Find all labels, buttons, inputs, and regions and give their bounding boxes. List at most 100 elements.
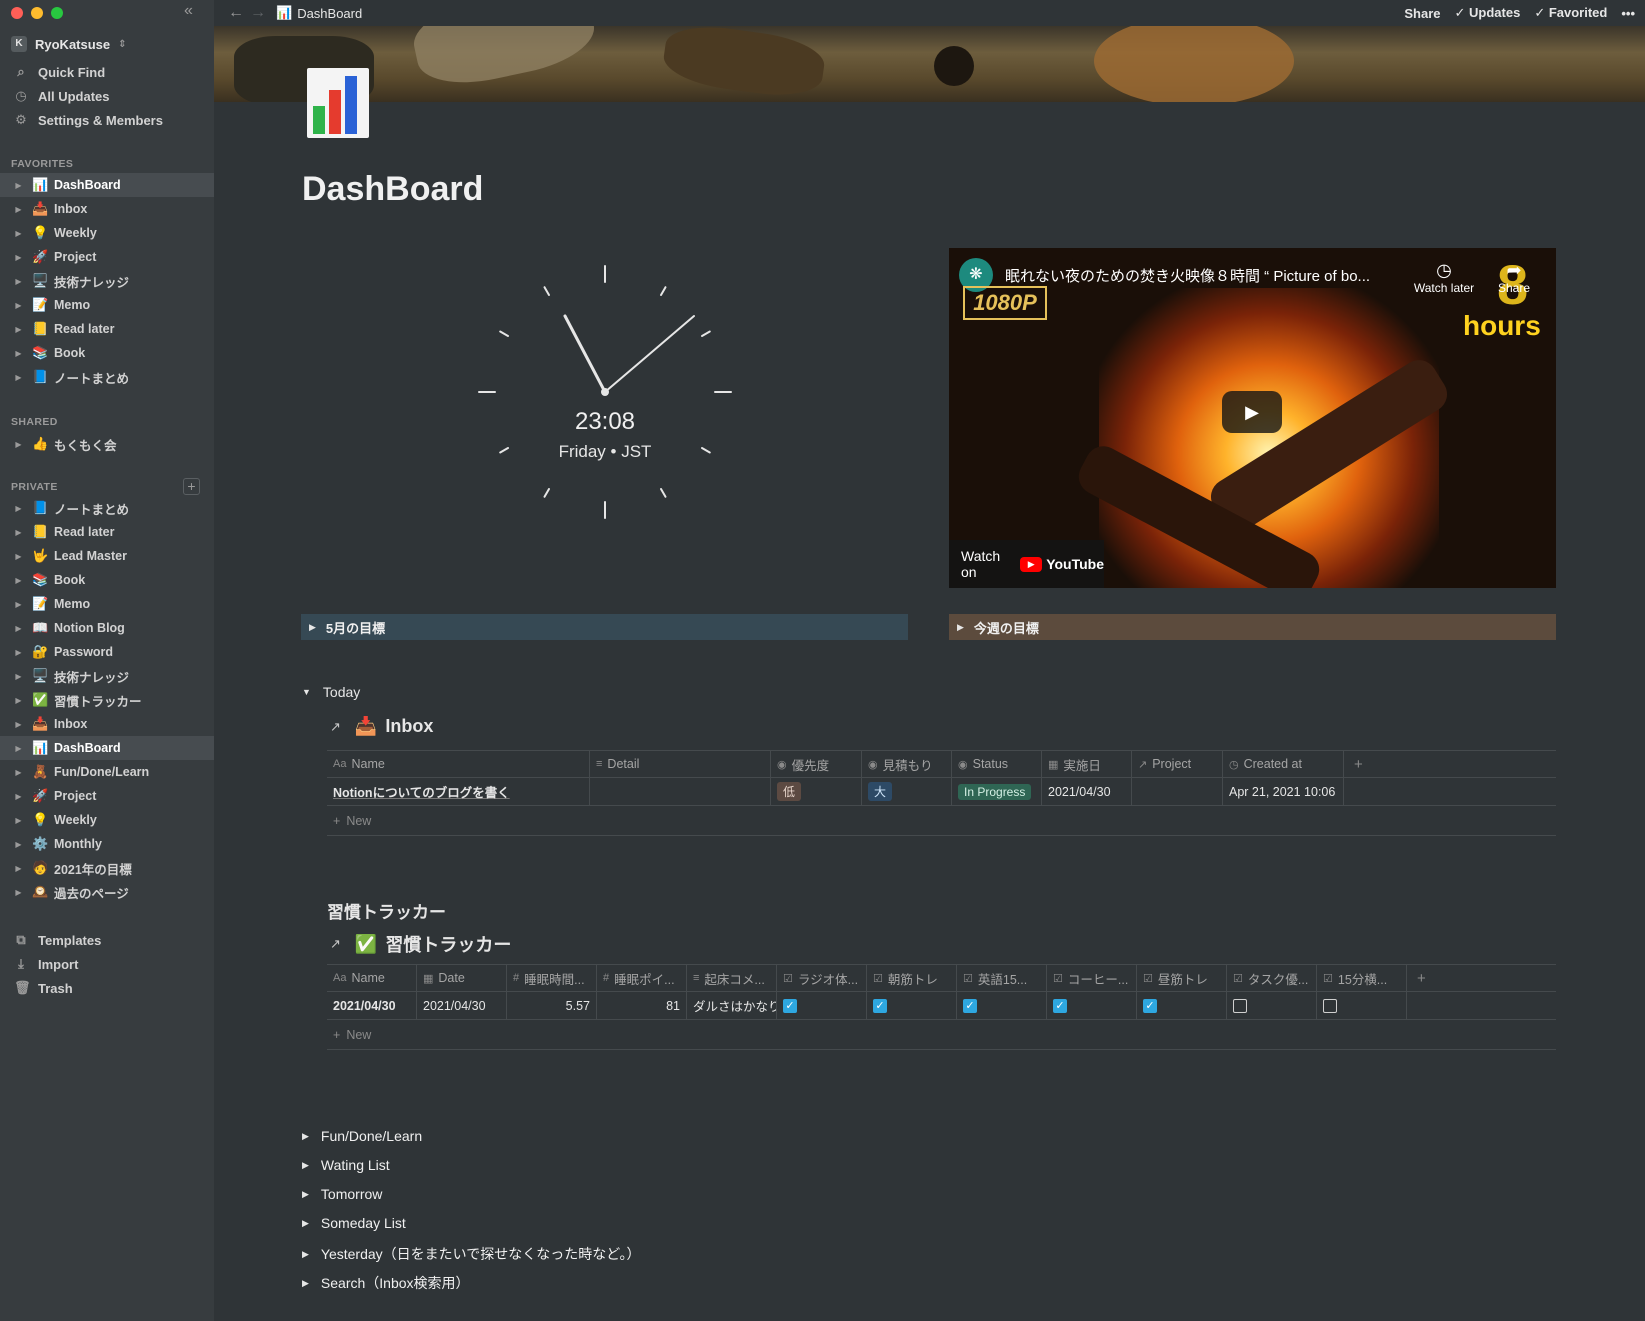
expand-triangle-icon[interactable]: ▶ <box>0 229 26 238</box>
column-header[interactable]: # 睡眠ポイ... <box>597 965 687 991</box>
cell-name[interactable]: Notionについてのブログを書く <box>327 778 590 805</box>
expand-triangle-icon[interactable]: ▶ <box>0 768 26 777</box>
sidebar-item-14[interactable]: ▶ ⚙️ Monthly <box>0 832 214 856</box>
cell-date[interactable]: 2021/04/30 <box>1042 778 1132 805</box>
page-cover-image[interactable] <box>214 26 1645 102</box>
cell-checkbox[interactable]: ✓ <box>1047 992 1137 1019</box>
sidebar-item-2[interactable]: ▶ 🤟 Lead Master <box>0 544 214 568</box>
updates-button[interactable]: ✓ Updates <box>1455 5 1521 21</box>
cell-date[interactable]: 2021/04/30 <box>417 992 507 1019</box>
nav-settings-members[interactable]: ⚙ Settings & Members <box>0 108 214 132</box>
nav-templates[interactable]: ⧉ Templates <box>0 928 214 952</box>
column-header[interactable]: ◉ Status <box>952 751 1042 777</box>
new-row-button[interactable]: + New <box>327 1020 1556 1050</box>
watch-later-button[interactable]: ◷ Watch later <box>1409 260 1479 295</box>
sidebar-item-15[interactable]: ▶ 🧑 2021年の目標 <box>0 856 214 880</box>
sidebar-item-16[interactable]: ▶ 🕰️ 過去のページ <box>0 880 214 904</box>
expand-triangle-icon[interactable]: ▶ <box>0 504 26 513</box>
table-row[interactable]: 2021/04/30 2021/04/30 5.57 81 ダルさはかなりあ ✓… <box>327 992 1556 1020</box>
sidebar-item-3[interactable]: ▶ 📚 Book <box>0 568 214 592</box>
checkbox-checked-icon[interactable]: ✓ <box>873 998 887 1013</box>
expand-triangle-icon[interactable]: ▶ <box>0 888 26 897</box>
expand-triangle-icon[interactable]: ▶ <box>0 440 26 449</box>
close-window-button[interactable] <box>11 7 23 19</box>
sidebar-item-0[interactable]: ▶ 👍 もくもく会 <box>0 432 214 456</box>
toggle-block[interactable]: ▶ Someday List <box>302 1215 406 1231</box>
expand-triangle-icon[interactable]: ▶ <box>0 552 26 561</box>
add-property-icon[interactable]: + <box>1344 751 1363 777</box>
expand-triangle-icon[interactable]: ▶ <box>0 624 26 633</box>
nav-quick-find[interactable]: ⌕ Quick Find <box>0 60 214 84</box>
cell-sleep-hours[interactable]: 5.57 <box>507 992 597 1019</box>
sidebar-item-6[interactable]: ▶ 📒 Read later <box>0 317 214 341</box>
expand-triangle-icon[interactable]: ▶ <box>0 744 26 753</box>
toggle-block[interactable]: ▶ Tomorrow <box>302 1186 382 1202</box>
column-header[interactable]: ☑ 朝筋トレ <box>867 965 957 991</box>
sidebar-item-0[interactable]: ▶ 📘 ノートまとめ <box>0 496 214 520</box>
sidebar-item-8[interactable]: ▶ ✅ 習慣トラッカー <box>0 688 214 712</box>
column-header[interactable]: ≡ Detail <box>590 751 771 777</box>
workspace-switcher[interactable]: K RyoKatsuse ⇕ <box>11 34 127 54</box>
expand-triangle-icon[interactable]: ▶ <box>0 576 26 585</box>
cell-checkbox[interactable]: ✓ <box>777 992 867 1019</box>
new-row-button[interactable]: + New <box>327 806 1556 836</box>
sidebar-item-3[interactable]: ▶ 🚀 Project <box>0 245 214 269</box>
cell-project[interactable] <box>1132 778 1223 805</box>
checkbox-empty-icon[interactable] <box>1233 998 1247 1013</box>
column-header[interactable]: ▦ 実施日 <box>1042 751 1132 777</box>
cell-status[interactable]: In Progress <box>952 778 1042 805</box>
cell-checkbox[interactable]: ✓ <box>867 992 957 1019</box>
sidebar-item-5[interactable]: ▶ 📝 Memo <box>0 293 214 317</box>
zoom-window-button[interactable] <box>51 7 63 19</box>
sidebar-item-7[interactable]: ▶ 🖥️ 技術ナレッジ <box>0 664 214 688</box>
sidebar-item-0[interactable]: ▶ 📊 DashBoard <box>0 173 214 197</box>
column-header[interactable]: ↗ Project <box>1132 751 1223 777</box>
cell-checkbox[interactable] <box>1317 992 1407 1019</box>
column-header[interactable]: ◉ 見積もり <box>862 751 952 777</box>
expand-triangle-icon[interactable]: ▶ <box>0 864 26 873</box>
sidebar-item-4[interactable]: ▶ 📝 Memo <box>0 592 214 616</box>
column-header[interactable]: ▦ Date <box>417 965 507 991</box>
checkbox-checked-icon[interactable]: ✓ <box>1143 998 1157 1013</box>
cell-checkbox[interactable]: ✓ <box>1137 992 1227 1019</box>
cell-wake-comment[interactable]: ダルさはかなりあ <box>687 992 777 1019</box>
sidebar-item-10[interactable]: ▶ 📊 DashBoard <box>0 736 214 760</box>
column-header[interactable]: # 睡眠時間... <box>507 965 597 991</box>
sidebar-item-5[interactable]: ▶ 📖 Notion Blog <box>0 616 214 640</box>
add-private-page-button[interactable]: + <box>183 478 200 495</box>
watch-on-youtube-button[interactable]: Watch on ▶ YouTube <box>949 540 1104 588</box>
checkbox-checked-icon[interactable]: ✓ <box>963 998 977 1013</box>
may-goal-toggle[interactable]: ▶ 5月の目標 <box>301 614 908 640</box>
expand-triangle-icon[interactable]: ▶ <box>0 181 26 190</box>
inbox-db-title[interactable]: ↗ 📥 Inbox <box>330 716 433 737</box>
minimize-window-button[interactable] <box>31 7 43 19</box>
table-row[interactable]: Notionについてのブログを書く 低 大 In Progress 2021/0… <box>327 778 1556 806</box>
sidebar-item-7[interactable]: ▶ 📚 Book <box>0 341 214 365</box>
column-header[interactable]: ◷ Created at <box>1223 751 1344 777</box>
expand-triangle-icon[interactable]: ▶ <box>0 301 26 310</box>
habit-db-title[interactable]: ↗ ✅ 習慣トラッカー <box>330 931 511 957</box>
expand-triangle-icon[interactable]: ▶ <box>0 349 26 358</box>
cell-checkbox[interactable]: ✓ <box>957 992 1047 1019</box>
page-title[interactable]: DashBoard <box>302 170 483 209</box>
bar-chart-icon[interactable] <box>307 68 369 138</box>
sidebar-item-13[interactable]: ▶ 💡 Weekly <box>0 808 214 832</box>
youtube-embed[interactable]: ❋ 1080P 眠れない夜のための焚き火映像８時間 “ Picture of b… <box>949 248 1556 588</box>
cell-checkbox[interactable] <box>1227 992 1317 1019</box>
nav-all-updates[interactable]: ◷ All Updates <box>0 84 214 108</box>
breadcrumb[interactable]: 📊 DashBoard <box>276 5 362 21</box>
habit-heading[interactable]: 習慣トラッカー <box>327 898 446 923</box>
sidebar-item-6[interactable]: ▶ 🔐 Password <box>0 640 214 664</box>
cell-sleep-points[interactable]: 81 <box>597 992 687 1019</box>
toggle-block[interactable]: ▶ Search（Inbox検索用） <box>302 1273 470 1293</box>
cell-name[interactable]: 2021/04/30 <box>327 992 417 1019</box>
sidebar-item-8[interactable]: ▶ 📘 ノートまとめ <box>0 365 214 389</box>
sidebar-item-1[interactable]: ▶ 📒 Read later <box>0 520 214 544</box>
sidebar-item-2[interactable]: ▶ 💡 Weekly <box>0 221 214 245</box>
column-header[interactable]: ☑ コーヒー... <box>1047 965 1137 991</box>
more-options-button[interactable]: ••• <box>1621 6 1635 21</box>
column-header[interactable]: Aa Name <box>327 965 417 991</box>
week-goal-toggle[interactable]: ▶ 今週の目標 <box>949 614 1556 640</box>
expand-triangle-icon[interactable]: ▶ <box>0 325 26 334</box>
expand-triangle-icon[interactable]: ▶ <box>0 277 26 286</box>
